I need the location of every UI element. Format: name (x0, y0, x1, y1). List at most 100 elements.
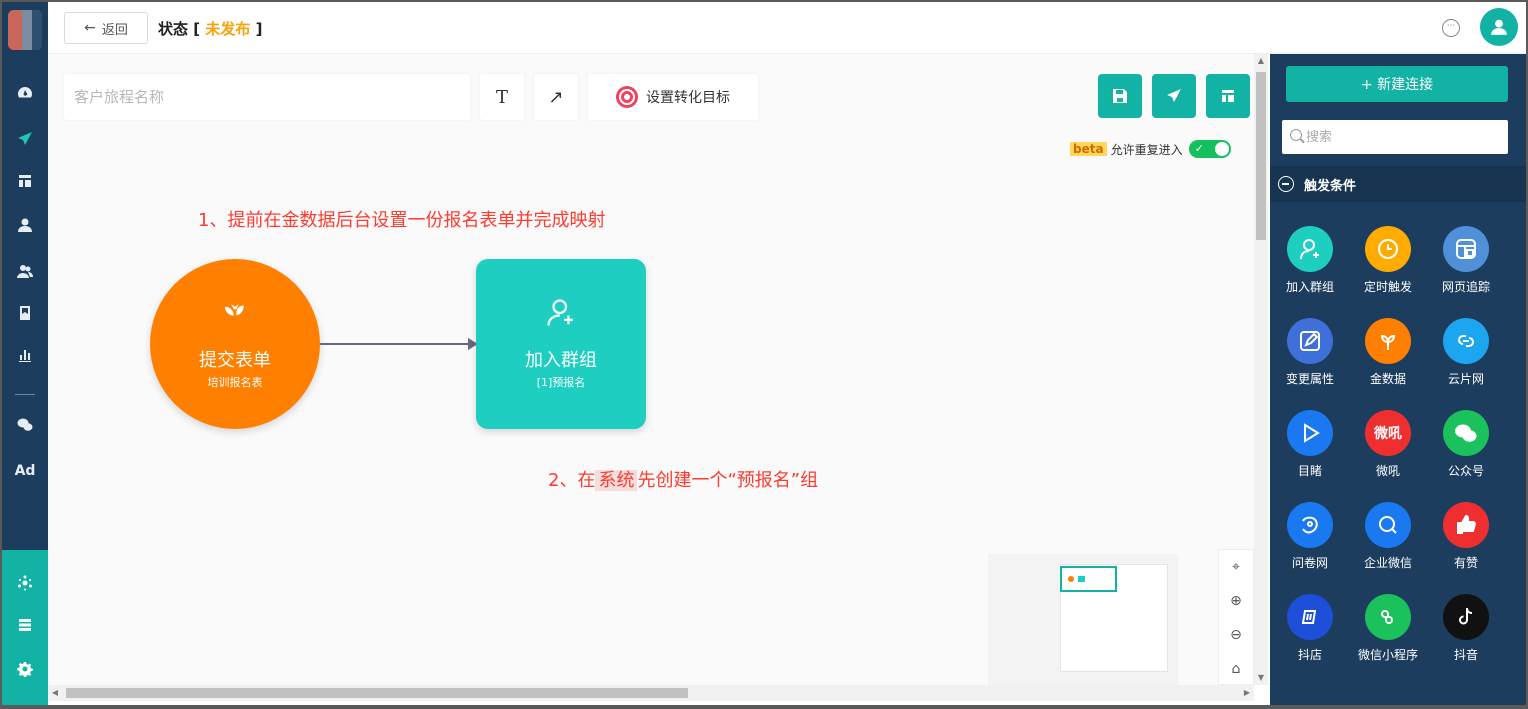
scroll-thumb[interactable] (1256, 72, 1266, 240)
scroll-right-icon[interactable]: ▶ (1240, 685, 1254, 701)
beta-badge: beta (1070, 142, 1107, 156)
dashboard-icon[interactable] (2, 80, 48, 106)
trigger-tile-label: 金数据 (1369, 372, 1406, 386)
tile-glyph: 微吼 (1374, 426, 1402, 442)
scroll-up-icon[interactable]: ▲ (1254, 54, 1268, 68)
sprout-icon (220, 298, 250, 332)
send-icon[interactable] (2, 126, 48, 152)
add-user-icon (1287, 226, 1333, 272)
journey-name-input[interactable] (64, 74, 470, 120)
scroll-down-icon[interactable]: ▼ (1254, 671, 1268, 685)
trigger-tile-label: 微吼 (1375, 464, 1400, 478)
gear-icon[interactable] (2, 656, 48, 682)
trigger-tile[interactable]: 有赞 (1430, 502, 1502, 571)
trigger-tile-label: 企业微信 (1363, 556, 1412, 570)
chart-icon[interactable] (2, 342, 48, 368)
minimap[interactable] (988, 554, 1178, 685)
annotation-step1: 1、提前在金数据后台设置一份报名表单并完成映射 (198, 210, 606, 231)
save-button[interactable] (1098, 74, 1142, 118)
avatar[interactable] (1480, 8, 1518, 46)
trigger-tile[interactable]: 抖音 (1430, 594, 1502, 663)
play-icon (1287, 410, 1333, 456)
trigger-tile[interactable]: 微信小程序 (1352, 594, 1424, 663)
ad-icon[interactable]: Ad (2, 458, 48, 484)
wecom-icon (1365, 502, 1411, 548)
status-value: 未发布 (205, 20, 251, 38)
trigger-tile-label: 变更属性 (1285, 372, 1334, 386)
redacted-system-name: 系统 (595, 470, 638, 491)
arrow-left-icon: ← (84, 20, 96, 36)
arrow-tool-button[interactable]: ↗ (534, 74, 578, 120)
minimap-node (1068, 576, 1074, 582)
wechat-icon[interactable] (2, 412, 48, 438)
trigger-tile[interactable]: 目睹 (1274, 410, 1346, 479)
search-input[interactable] (1282, 120, 1508, 154)
trigger-tile[interactable]: 企业微信 (1352, 502, 1424, 571)
server-icon[interactable] (2, 612, 48, 638)
chat-icon[interactable]: ··· (1442, 19, 1460, 37)
node-connector-arrow[interactable] (320, 338, 478, 350)
trigger-tile[interactable]: 网页追踪 (1430, 226, 1502, 295)
check-icon: ✓ (1194, 142, 1204, 155)
wechat-icon (1443, 410, 1489, 456)
target-icon (616, 86, 638, 108)
trigger-tile-label: 抖音 (1453, 648, 1478, 662)
clock-icon (1365, 226, 1411, 272)
trigger-tile[interactable]: 抖店 (1274, 594, 1346, 663)
horizontal-scrollbar[interactable]: ◀ ▶ (48, 685, 1254, 701)
reentry-setting: beta 允许重复进入 ✓ (1070, 140, 1231, 158)
cloud-link-icon (1443, 318, 1489, 364)
trigger-tile[interactable]: 微吼 微吼 (1352, 410, 1424, 479)
send-icon (1167, 89, 1181, 102)
sprout-icon (1365, 318, 1411, 364)
layout-icon (1222, 90, 1234, 102)
publish-button[interactable] (1152, 74, 1196, 118)
node-join-group[interactable]: 加入群组 [1]预报名 (476, 259, 646, 429)
hub-icon[interactable] (2, 570, 48, 596)
trigger-tile-label: 抖店 (1297, 648, 1322, 662)
users-icon[interactable] (2, 258, 48, 284)
trigger-tile[interactable]: 变更属性 (1274, 318, 1346, 387)
nav-divider (15, 394, 35, 395)
zoom-controls: ⌖ ⊕ ⊖ ⌂ (1218, 549, 1254, 685)
scroll-thumb[interactable] (66, 688, 688, 698)
vhall-icon: 微吼 (1365, 410, 1411, 456)
new-connection-button[interactable]: + 新建连接 (1286, 66, 1508, 102)
zoom-out-icon[interactable]: ⊖ (1219, 618, 1253, 652)
vertical-scrollbar[interactable]: ▲ ▼ (1254, 54, 1268, 685)
reentry-label: 允许重复进入 (1110, 142, 1183, 157)
zoom-in-icon[interactable]: ⊕ (1219, 584, 1253, 618)
app-window: Ad ← 返回 状态 [ 未发布 ] ··· T (2, 2, 1526, 705)
layout-button[interactable] (1206, 74, 1250, 118)
trigger-tile-label: 网页追踪 (1441, 280, 1490, 294)
fit-view-icon[interactable]: ⌂ (1219, 652, 1253, 685)
back-button[interactable]: ← 返回 (64, 12, 148, 44)
trigger-tile-label: 目睹 (1297, 464, 1322, 478)
trigger-tile[interactable]: 问卷网 (1274, 502, 1346, 571)
trigger-tile[interactable]: 金数据 (1352, 318, 1424, 387)
layout-icon[interactable] (2, 168, 48, 194)
webpage-icon (1443, 226, 1489, 272)
bookmark-icon[interactable] (2, 300, 48, 326)
doudian-icon (1287, 594, 1333, 640)
node-submit-form[interactable]: 提交表单 培训报名表 (150, 259, 320, 429)
set-goal-button[interactable]: 设置转化目标 (588, 74, 758, 120)
user-icon[interactable] (2, 212, 48, 238)
wenjuan-icon (1287, 502, 1333, 548)
tiktok-icon (1443, 594, 1489, 640)
text-tool-button[interactable]: T (480, 74, 524, 120)
scroll-left-icon[interactable]: ◀ (48, 685, 62, 701)
app-logo (8, 10, 42, 50)
trigger-tile[interactable]: 定时触发 (1352, 226, 1424, 295)
trigger-tile[interactable]: 加入群组 (1274, 226, 1346, 295)
trigger-tile[interactable]: 云片网 (1430, 318, 1502, 387)
edit-icon (1287, 318, 1333, 364)
trigger-tile-label: 定时触发 (1363, 280, 1412, 294)
thumbs-up-icon (1443, 502, 1489, 548)
reentry-toggle[interactable]: ✓ (1188, 140, 1231, 158)
section-trigger-conditions[interactable]: 触发条件 (1270, 166, 1526, 202)
collapse-icon[interactable] (1278, 176, 1294, 192)
trigger-tile[interactable]: 公众号 (1430, 410, 1502, 479)
journey-canvas[interactable]: T ↗ 设置转化目标 beta 允许重复进入 ✓ 1、提前在金数据后台设置一份报… (48, 54, 1254, 685)
locate-icon[interactable]: ⌖ (1219, 550, 1253, 584)
